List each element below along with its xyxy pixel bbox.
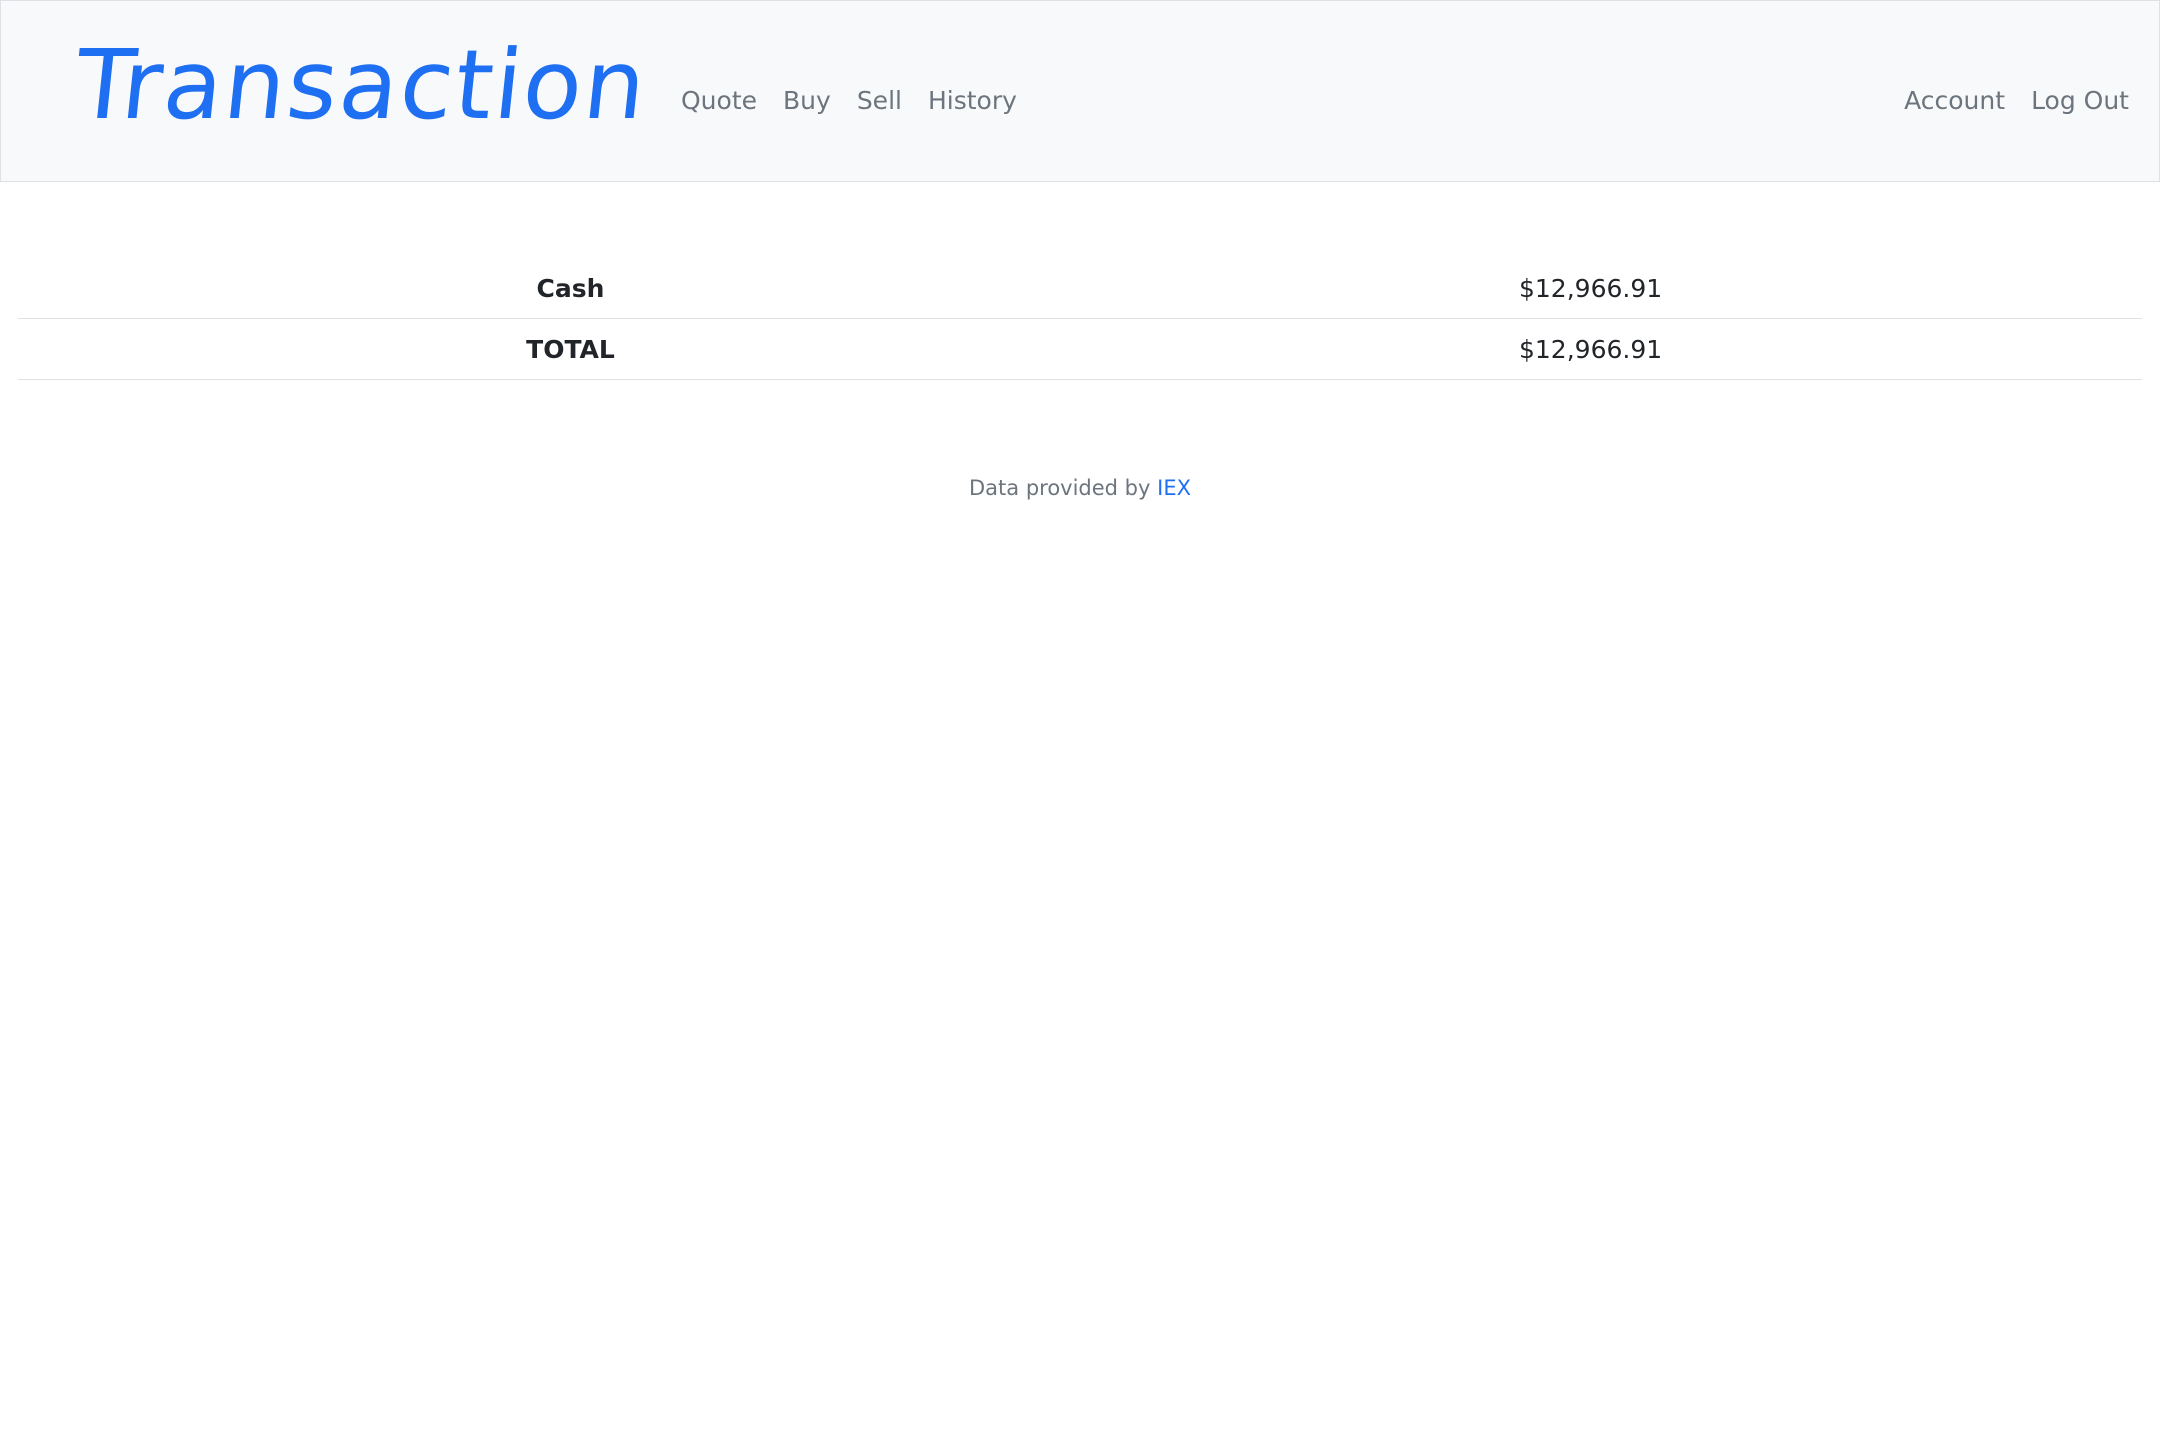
- nav-logout-link[interactable]: Log Out: [2031, 85, 2129, 117]
- iex-link[interactable]: IEX: [1157, 476, 1191, 500]
- nav-buy-link[interactable]: Buy: [783, 85, 831, 117]
- cash-label: Cash: [18, 258, 1203, 319]
- total-value: $12,966.91: [1203, 318, 2142, 380]
- nav-account: Account Log Out: [1904, 85, 2129, 117]
- nav-history-link[interactable]: History: [928, 85, 1017, 117]
- nav-primary: Quote Buy Sell History: [681, 85, 1017, 117]
- nav-quote-link[interactable]: Quote: [681, 85, 757, 117]
- total-label: TOTAL: [18, 318, 1203, 380]
- portfolio-summary-table: Cash $12,966.91 TOTAL $12,966.91: [18, 258, 2142, 380]
- table-row: TOTAL $12,966.91: [18, 318, 2142, 380]
- footer-attribution-text: Data provided by: [969, 476, 1151, 500]
- footer: Data provided by IEX: [0, 476, 2160, 500]
- navbar: Transaction Quote Buy Sell History Accou…: [0, 0, 2160, 182]
- nav-account-link[interactable]: Account: [1904, 85, 2005, 117]
- cash-value: $12,966.91: [1203, 258, 2142, 319]
- nav-sell-link[interactable]: Sell: [857, 85, 902, 117]
- brand-logo[interactable]: Transaction: [70, 29, 653, 141]
- table-row: Cash $12,966.91: [18, 258, 2142, 319]
